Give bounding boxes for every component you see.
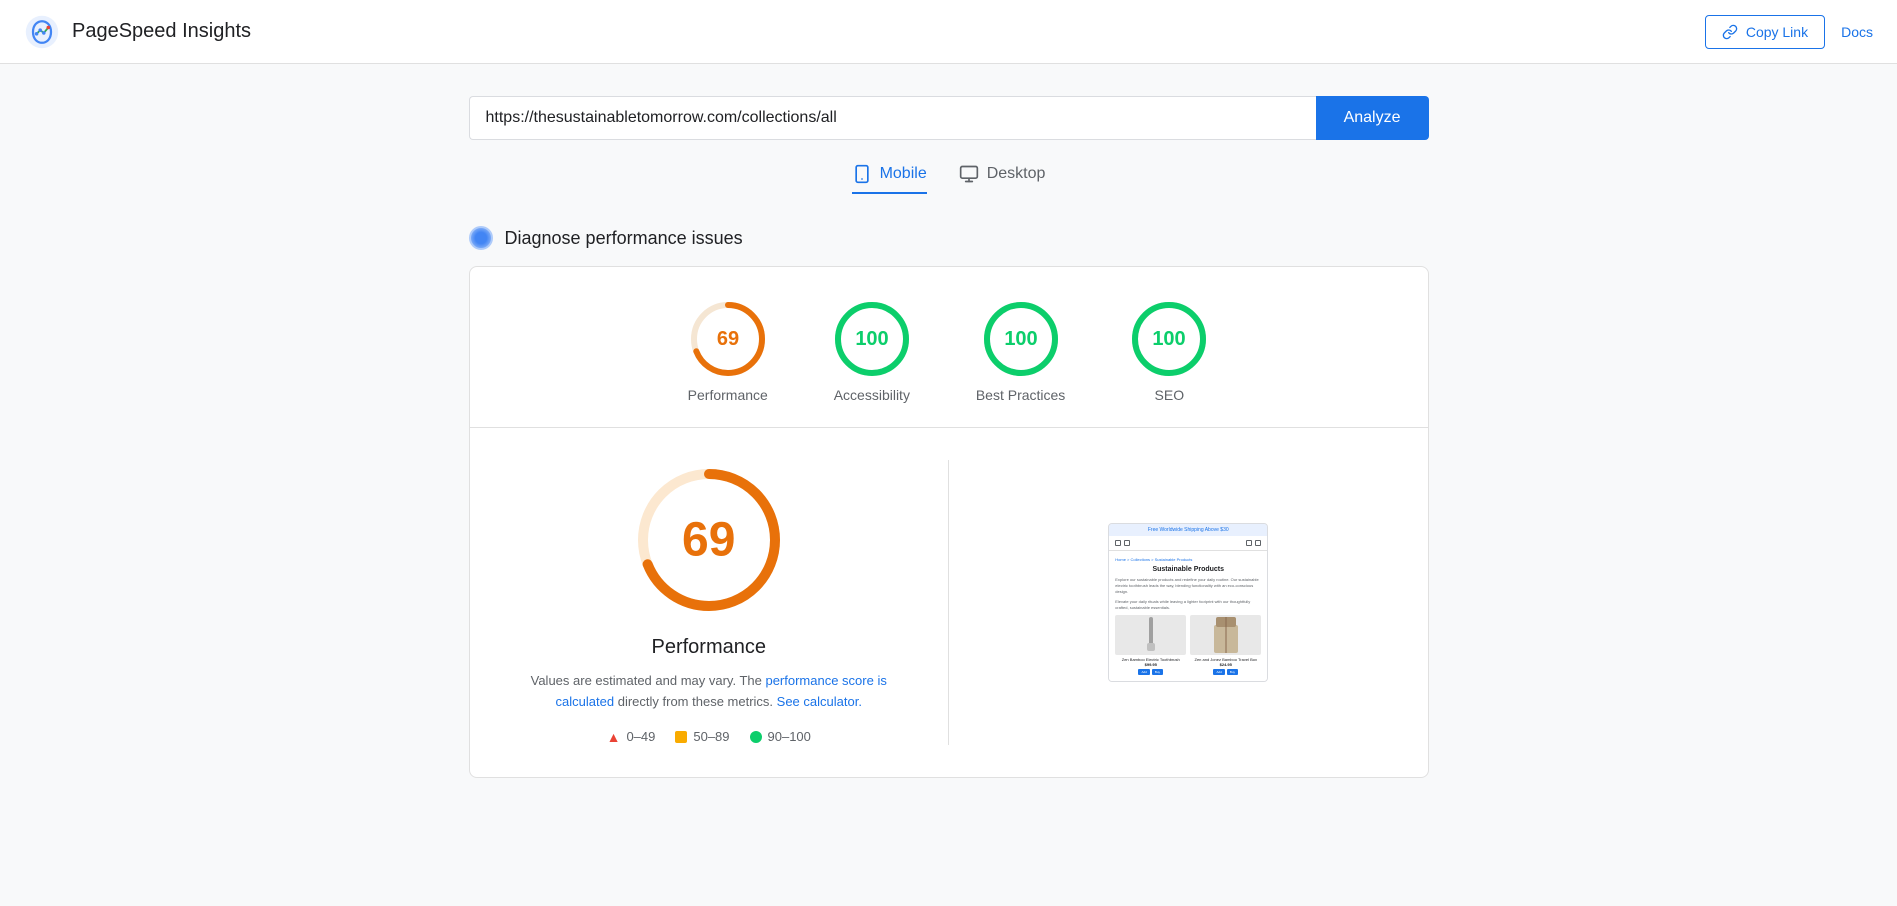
accessibility-circle: 100 bbox=[832, 299, 912, 379]
scores-card: 69 Performance 100 Accessibility 100 bbox=[469, 266, 1429, 778]
travel-box-icon bbox=[1212, 617, 1240, 653]
url-input[interactable] bbox=[469, 96, 1316, 140]
mockup-product-2-btn: Add bbox=[1213, 669, 1224, 675]
mockup-breadcrumb: Home > Collections > Sustainable Product… bbox=[1115, 557, 1261, 562]
device-tabs: Mobile Desktop bbox=[852, 164, 1046, 194]
mockup-product-img-1 bbox=[1115, 615, 1186, 655]
tab-mobile[interactable]: Mobile bbox=[852, 164, 927, 194]
legend-fail: ▲ 0–49 bbox=[607, 729, 656, 745]
section-title: Diagnose performance issues bbox=[505, 228, 743, 249]
vertical-divider bbox=[948, 460, 949, 745]
app-header: PageSpeed Insights Copy Link Docs bbox=[0, 0, 1897, 64]
accessibility-label: Accessibility bbox=[834, 387, 910, 403]
page-preview-mockup: Free Worldwide Shipping Above $30 Home >… bbox=[1108, 523, 1268, 682]
mockup-product-2-btns: Add Buy bbox=[1190, 669, 1261, 675]
warn-range: 50–89 bbox=[693, 729, 729, 744]
big-score-value: 69 bbox=[682, 513, 735, 568]
detail-note: Values are estimated and may vary. The p… bbox=[509, 671, 909, 713]
mockup-product-1: Zen Bamboo Electric Toothbrush $99.95 Ad… bbox=[1115, 615, 1186, 675]
pass-range: 90–100 bbox=[768, 729, 811, 744]
mockup-nav-icons bbox=[1115, 540, 1130, 546]
mockup-products: Zen Bamboo Electric Toothbrush $99.95 Ad… bbox=[1115, 615, 1261, 675]
mockup-nav bbox=[1109, 536, 1267, 551]
detail-section: 69 Performance Values are estimated and … bbox=[470, 428, 1428, 777]
tab-mobile-label: Mobile bbox=[880, 165, 927, 183]
mockup-search-icon bbox=[1115, 540, 1121, 546]
seo-label: SEO bbox=[1155, 387, 1185, 403]
section-header: Diagnose performance issues bbox=[469, 226, 1429, 250]
header-actions: Copy Link Docs bbox=[1705, 15, 1873, 49]
scores-row: 69 Performance 100 Accessibility 100 bbox=[470, 267, 1428, 428]
svg-text:100: 100 bbox=[1153, 328, 1186, 350]
psi-logo-icon bbox=[24, 14, 60, 50]
url-bar-row: Analyze bbox=[469, 96, 1429, 140]
svg-text:100: 100 bbox=[855, 328, 888, 350]
mockup-heading: Sustainable Products bbox=[1115, 566, 1261, 573]
mockup-product-1-price: $99.95 bbox=[1115, 662, 1186, 667]
mockup-product-img-2 bbox=[1190, 615, 1261, 655]
mockup-menu-icon bbox=[1124, 540, 1130, 546]
score-seo[interactable]: 100 SEO bbox=[1129, 299, 1209, 403]
fail-icon: ▲ bbox=[607, 729, 621, 745]
legend-pass: 90–100 bbox=[750, 729, 811, 744]
detail-performance-title: Performance bbox=[652, 636, 767, 659]
detail-left: 69 Performance Values are estimated and … bbox=[502, 460, 917, 745]
detail-note-suffix: directly from these metrics. bbox=[618, 694, 777, 709]
detail-note-text: Values are estimated and may vary. The bbox=[531, 673, 766, 688]
link-icon bbox=[1722, 24, 1738, 40]
mobile-icon bbox=[852, 164, 872, 184]
score-performance[interactable]: 69 Performance bbox=[688, 299, 768, 403]
section-dot-icon bbox=[469, 226, 493, 250]
seo-circle: 100 bbox=[1129, 299, 1209, 379]
main-content: Analyze Mobile Desktop Diagnose performa… bbox=[0, 64, 1897, 810]
mockup-product-1-btn: Add bbox=[1138, 669, 1149, 675]
analyze-button[interactable]: Analyze bbox=[1316, 96, 1429, 140]
toothbrush-icon bbox=[1141, 617, 1161, 653]
score-legend: ▲ 0–49 50–89 90–100 bbox=[607, 729, 811, 745]
legend-warn: 50–89 bbox=[675, 729, 729, 744]
app-title: PageSpeed Insights bbox=[72, 20, 251, 43]
svg-text:100: 100 bbox=[1004, 328, 1037, 350]
mockup-product-2-btn2: Buy bbox=[1227, 669, 1238, 675]
tab-desktop[interactable]: Desktop bbox=[959, 164, 1046, 194]
copy-link-button[interactable]: Copy Link bbox=[1705, 15, 1825, 49]
desktop-icon bbox=[959, 164, 979, 184]
score-best-practices[interactable]: 100 Best Practices bbox=[976, 299, 1065, 403]
tab-desktop-label: Desktop bbox=[987, 165, 1046, 183]
logo-area: PageSpeed Insights bbox=[24, 14, 251, 50]
score-accessibility[interactable]: 100 Accessibility bbox=[832, 299, 912, 403]
performance-label: Performance bbox=[688, 387, 768, 403]
mockup-product-2: Zen and Jonez Bamboo Travel Box $24.95 A… bbox=[1190, 615, 1261, 675]
detail-right: Free Worldwide Shipping Above $30 Home >… bbox=[981, 460, 1396, 745]
mockup-body: Home > Collections > Sustainable Product… bbox=[1109, 551, 1267, 681]
mockup-text2: Elevate your daily rituals while leaving… bbox=[1115, 599, 1261, 611]
performance-circle: 69 bbox=[688, 299, 768, 379]
mockup-product-1-btns: Add Buy bbox=[1115, 669, 1186, 675]
see-calculator-link[interactable]: See calculator. bbox=[777, 694, 862, 709]
mockup-text1: Explore our sustainable products and red… bbox=[1115, 577, 1261, 595]
copy-link-label: Copy Link bbox=[1746, 24, 1808, 40]
best-practices-circle: 100 bbox=[981, 299, 1061, 379]
warn-icon bbox=[675, 731, 687, 743]
svg-text:69: 69 bbox=[717, 328, 739, 350]
mockup-cart-icon bbox=[1246, 540, 1252, 546]
mockup-top-bar: Free Worldwide Shipping Above $30 bbox=[1109, 524, 1267, 536]
mockup-account-icon bbox=[1255, 540, 1261, 546]
fail-range: 0–49 bbox=[626, 729, 655, 744]
mockup-product-2-price: $24.95 bbox=[1190, 662, 1261, 667]
docs-link[interactable]: Docs bbox=[1841, 24, 1873, 40]
mockup-nav-right-icons bbox=[1246, 540, 1261, 546]
big-gauge: 69 bbox=[629, 460, 789, 620]
best-practices-label: Best Practices bbox=[976, 387, 1065, 403]
mockup-product-1-btn2: Buy bbox=[1152, 669, 1163, 675]
pass-icon bbox=[750, 731, 762, 743]
